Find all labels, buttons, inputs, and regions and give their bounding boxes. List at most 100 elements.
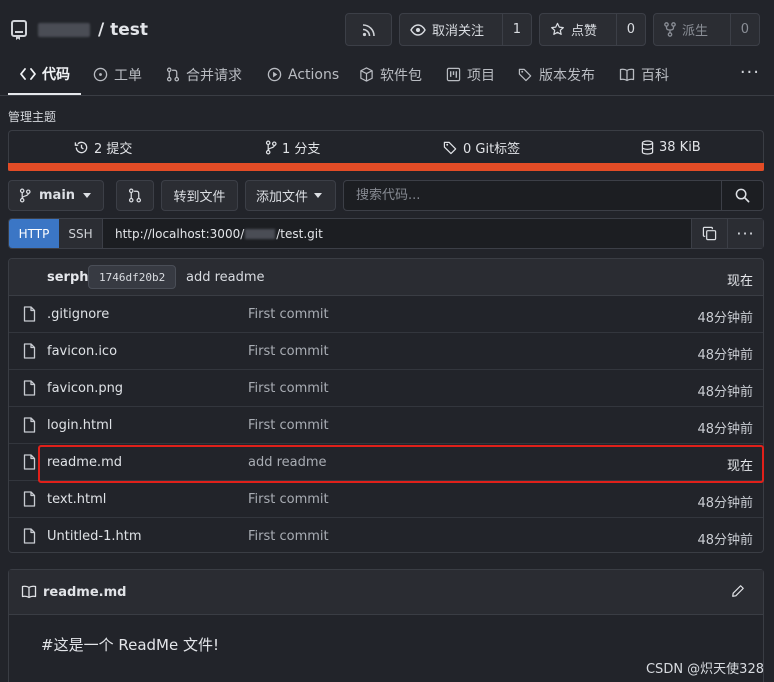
repo-icon — [10, 19, 30, 41]
file-name[interactable]: login.html — [47, 418, 112, 433]
table-row[interactable]: Untitled-1.htm First commit 48分钟前 — [9, 518, 763, 552]
repo-header: / test 取消关注 1 点赞 0 派生 0 代码 工单 合并请求 Actio… — [0, 0, 774, 96]
tag-icon — [518, 67, 533, 82]
book-icon — [619, 68, 635, 82]
readme-content: #这是一个 ReadMe 文件! — [41, 636, 219, 654]
file-name[interactable]: favicon.ico — [47, 344, 117, 359]
repo-title: / test — [10, 16, 148, 44]
copy-url-button[interactable] — [691, 219, 727, 248]
tab-issues[interactable]: 工单 — [93, 54, 142, 95]
watch-button[interactable]: 取消关注 1 — [399, 13, 532, 46]
clone-http-tab[interactable]: HTTP — [9, 219, 59, 248]
history-icon — [74, 140, 89, 155]
branches-stat[interactable]: 1 分支 — [265, 131, 320, 164]
compare-button[interactable] — [116, 180, 154, 211]
file-icon — [23, 417, 36, 433]
edit-pencil-icon[interactable] — [731, 584, 745, 598]
table-row[interactable]: .gitignore First commit 48分钟前 — [9, 296, 763, 333]
search-input[interactable] — [344, 181, 721, 210]
project-icon — [446, 67, 461, 82]
tab-wiki[interactable]: 百科 — [619, 54, 669, 95]
clone-bar: HTTP SSH http://localhost:3000//test.git… — [8, 218, 764, 249]
search-icon — [735, 188, 750, 203]
manage-topics-link[interactable]: 管理主题 — [8, 108, 56, 125]
code-search — [343, 180, 764, 211]
add-file-dropdown[interactable]: 添加文件 — [245, 180, 336, 211]
file-commit-time: 48分钟前 — [697, 422, 753, 437]
branch-name: main — [39, 188, 76, 203]
language-bar[interactable] — [8, 163, 764, 171]
caret-down-icon — [83, 193, 92, 198]
issue-icon — [93, 67, 108, 82]
commits-stat[interactable]: 2 提交 — [74, 131, 132, 164]
table-row[interactable]: favicon.png First commit 48分钟前 — [9, 370, 763, 407]
commit-sha-button[interactable]: 1746df20b2 — [88, 265, 177, 289]
book-icon — [21, 585, 37, 599]
watch-count[interactable]: 1 — [501, 14, 531, 45]
tab-code[interactable]: 代码 — [8, 54, 81, 95]
database-icon — [641, 140, 654, 155]
file-commit-message[interactable]: First commit — [248, 418, 329, 433]
fork-count[interactable]: 0 — [729, 14, 759, 45]
file-commit-message[interactable]: First commit — [248, 529, 329, 544]
table-row[interactable]: text.html First commit 48分钟前 — [9, 481, 763, 518]
fork-label: 派生 — [682, 24, 709, 39]
branch-dropdown[interactable]: main — [8, 180, 104, 211]
star-label: 点赞 — [571, 24, 598, 39]
commit-message[interactable]: add readme — [186, 270, 265, 285]
watermark-text: CSDN @炽天使328 — [645, 662, 764, 677]
readme-title[interactable]: readme.md — [43, 585, 126, 600]
tab-packages[interactable]: 软件包 — [359, 54, 422, 95]
package-icon — [359, 67, 374, 82]
file-commit-message[interactable]: First commit — [248, 344, 329, 359]
table-row[interactable]: login.html First commit 48分钟前 — [9, 407, 763, 444]
file-icon — [23, 528, 36, 544]
file-icon — [23, 306, 36, 322]
eye-icon — [410, 23, 426, 36]
watch-label: 取消关注 — [432, 24, 485, 39]
file-name[interactable]: text.html — [47, 492, 106, 507]
tab-actions[interactable]: Actions — [267, 54, 339, 95]
repo-name[interactable]: / test — [98, 20, 148, 40]
redacted-owner — [245, 228, 276, 239]
tab-releases[interactable]: 版本发布 — [518, 54, 595, 95]
file-commit-time: 48分钟前 — [697, 496, 753, 511]
goto-file-button[interactable]: 转到文件 — [161, 180, 238, 211]
caret-down-icon — [314, 193, 323, 198]
file-commit-time: 48分钟前 — [697, 348, 753, 363]
readme-header: readme.md — [9, 570, 763, 615]
star-button[interactable]: 点赞 0 — [539, 13, 646, 46]
rss-icon — [362, 23, 376, 37]
fork-icon — [664, 22, 676, 37]
pull-request-icon — [166, 67, 180, 82]
clone-url-field[interactable]: http://localhost:3000//test.git — [103, 219, 691, 248]
play-icon — [267, 67, 282, 82]
search-button[interactable] — [721, 181, 763, 210]
file-commit-time: 48分钟前 — [697, 533, 753, 548]
repo-tabs: 代码 工单 合并请求 Actions 软件包 项目 版本发布 百科 ··· — [0, 54, 774, 96]
file-commit-message[interactable]: First commit — [248, 307, 329, 322]
repo-owner-redacted[interactable] — [38, 23, 90, 37]
file-commit-message[interactable]: First commit — [248, 492, 329, 507]
tags-stat[interactable]: 0 Git标签 — [443, 131, 520, 164]
star-count[interactable]: 0 — [615, 14, 645, 45]
tab-projects[interactable]: 项目 — [446, 54, 495, 95]
tab-pull-requests[interactable]: 合并请求 — [166, 54, 242, 95]
more-clone-options-button[interactable]: ··· — [727, 219, 763, 248]
clone-ssh-tab[interactable]: SSH — [59, 219, 103, 248]
file-name[interactable]: favicon.png — [47, 381, 123, 396]
copy-icon — [702, 226, 717, 241]
tabs-more-button[interactable]: ··· — [740, 62, 760, 83]
rss-button[interactable] — [345, 13, 392, 46]
star-icon — [550, 22, 565, 37]
fork-button[interactable]: 派生 0 — [653, 13, 760, 46]
file-commit-message[interactable]: First commit — [248, 381, 329, 396]
file-name[interactable]: .gitignore — [47, 307, 109, 322]
file-commit-time: 48分钟前 — [697, 311, 753, 326]
file-name[interactable]: Untitled-1.htm — [47, 529, 142, 544]
commit-author[interactable]: serph — [47, 270, 89, 285]
code-icon — [20, 67, 36, 80]
file-icon — [23, 380, 36, 396]
table-row[interactable]: favicon.ico First commit 48分钟前 — [9, 333, 763, 370]
tag-icon — [443, 140, 458, 155]
